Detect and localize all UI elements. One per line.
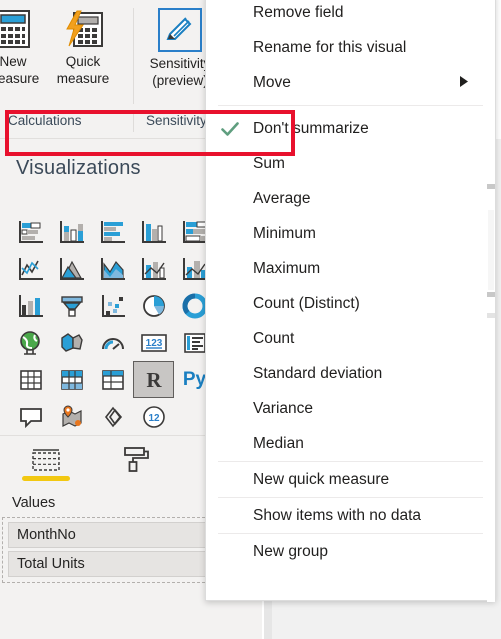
menu-item-label: Variance: [253, 399, 314, 417]
q-and-a-icon[interactable]: [10, 398, 51, 435]
menu-item-dont-summarize[interactable]: Don't summarize: [206, 111, 495, 146]
scrollbar-tick: [487, 292, 495, 297]
quick-measure-label: Quick measure: [56, 54, 110, 86]
menu-item-label: Sum: [253, 154, 285, 172]
menu-item-label: Median: [253, 434, 304, 452]
menu-item-new-group[interactable]: New group: [206, 534, 495, 569]
sensitivity-icon: [158, 8, 202, 52]
ribbon-group-calculations: New measure: [0, 0, 118, 110]
menu-item-average[interactable]: Average: [206, 181, 495, 216]
paginated-report-icon[interactable]: [92, 398, 133, 435]
new-measure-button[interactable]: New measure: [0, 0, 48, 110]
context-menu-scrollbar[interactable]: [487, 0, 495, 602]
menu-item-count-distinct[interactable]: Count (Distinct): [206, 286, 495, 321]
menu-item-median[interactable]: Median: [206, 426, 495, 461]
line-and-stacked-column-chart-icon[interactable]: [133, 250, 174, 287]
stacked-column-chart-icon[interactable]: [51, 213, 92, 250]
stacked-bar-chart-icon[interactable]: [10, 213, 51, 250]
menu-item-count[interactable]: Count: [206, 321, 495, 356]
filled-map-icon[interactable]: [51, 324, 92, 361]
scatter-chart-icon[interactable]: [92, 287, 133, 324]
menu-item-label: Standard deviation: [253, 364, 383, 382]
line-chart-icon[interactable]: [10, 250, 51, 287]
menu-item-rename-for-this-visual[interactable]: Rename for this visual: [206, 30, 495, 65]
menu-item-move[interactable]: Move: [206, 65, 495, 100]
pie-chart-icon[interactable]: [133, 287, 174, 324]
scrollbar-tick: [487, 313, 495, 318]
menu-item-label: Remove field: [253, 3, 344, 21]
menu-item-minimum[interactable]: Minimum: [206, 216, 495, 251]
stacked-area-chart-icon[interactable]: [92, 250, 133, 287]
quick-measure-icon: [63, 8, 103, 50]
menu-item-show-items-with-no-data[interactable]: Show items with no data: [206, 498, 495, 533]
area-chart-icon[interactable]: [51, 250, 92, 287]
power-bi-window: New measure: [0, 0, 501, 639]
gauge-icon[interactable]: [92, 324, 133, 361]
table-icon[interactable]: [10, 361, 51, 398]
scrollbar-tick: [487, 184, 495, 189]
menu-item-label: New group: [253, 542, 328, 560]
tab-format-indicator: [112, 476, 160, 481]
format-paint-roller-icon: [121, 439, 151, 473]
get-more-visuals-icon[interactable]: 12: [133, 398, 174, 435]
menu-item-new-quick-measure[interactable]: New quick measure: [206, 462, 495, 497]
menu-item-label: Minimum: [253, 224, 316, 242]
checkmark-icon: [220, 119, 240, 139]
menu-item-maximum[interactable]: Maximum: [206, 251, 495, 286]
new-measure-icon: [0, 8, 30, 50]
arcgis-map-icon[interactable]: [51, 398, 92, 435]
menu-item-sum[interactable]: Sum: [206, 146, 495, 181]
chevron-right-icon: [460, 74, 468, 92]
matrix-alt-icon[interactable]: [92, 361, 133, 398]
tab-format[interactable]: [112, 439, 160, 481]
scrollbar-thumb[interactable]: [488, 210, 494, 290]
menu-separator: [218, 105, 483, 106]
menu-item-label: Move: [253, 73, 291, 91]
menu-item-label: Don't summarize: [253, 119, 369, 137]
menu-item-label: Count: [253, 329, 295, 347]
sensitivity-label: Sensitivity (preview): [149, 56, 211, 88]
funnel-chart-icon[interactable]: [51, 287, 92, 324]
quick-measure-button[interactable]: Quick measure: [48, 0, 118, 110]
new-measure-label: New measure: [0, 54, 40, 86]
menu-item-label: Average: [253, 189, 311, 207]
menu-item-label: Count (Distinct): [253, 294, 360, 312]
menu-item-label: Rename for this visual: [253, 38, 407, 56]
menu-item-label: Show items with no data: [253, 506, 422, 524]
field-context-menu: Remove field Rename for this visual Move…: [205, 0, 496, 602]
svg-text:12: 12: [148, 413, 160, 424]
menu-item-standard-deviation[interactable]: Standard deviation: [206, 356, 495, 391]
python-visual-label: Py: [182, 369, 207, 390]
card-icon[interactable]: 123: [133, 324, 174, 361]
svg-text:R: R: [146, 368, 162, 392]
tab-fields-indicator: [22, 476, 70, 481]
group-label-calculations: Calculations: [8, 113, 82, 128]
group-label-separator: [133, 110, 134, 132]
tab-fields[interactable]: [22, 439, 70, 481]
fields-icon: [30, 439, 62, 473]
clustered-column-chart-icon[interactable]: [133, 213, 174, 250]
menu-item-variance[interactable]: Variance: [206, 391, 495, 426]
matrix-icon[interactable]: [51, 361, 92, 398]
menu-item-label: Maximum: [253, 259, 321, 277]
r-script-visual-icon[interactable]: R: [133, 361, 174, 398]
map-icon[interactable]: [10, 324, 51, 361]
group-label-sensitivity: Sensitivity: [146, 113, 207, 128]
menu-item-remove-field[interactable]: Remove field: [206, 0, 495, 30]
ribbon-group-separator: [133, 8, 134, 104]
menu-item-label: New quick measure: [253, 470, 390, 488]
waterfall-chart-icon-2[interactable]: [10, 287, 51, 324]
clustered-bar-chart-icon[interactable]: [92, 213, 133, 250]
